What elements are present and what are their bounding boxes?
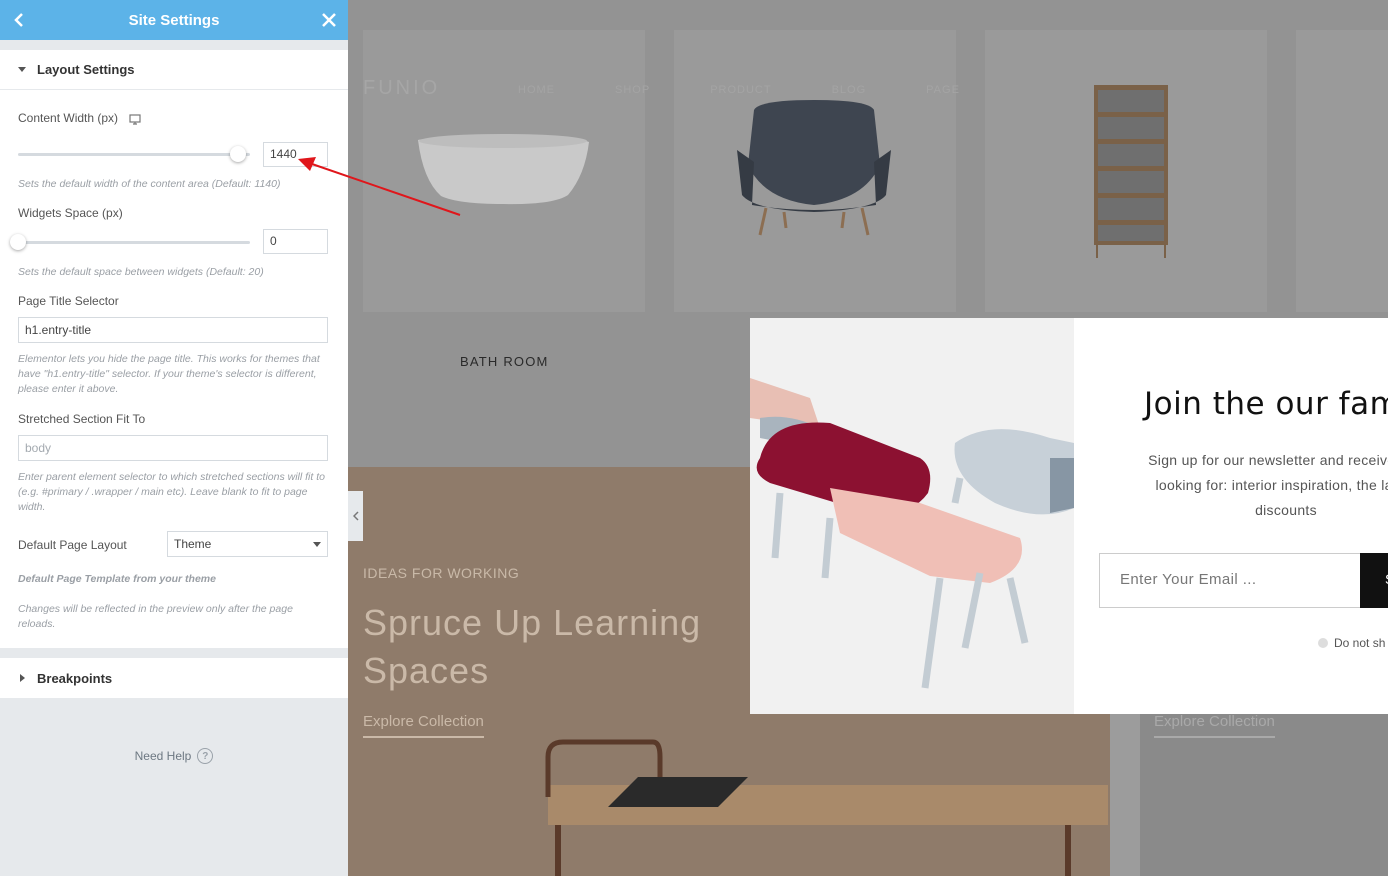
settings-sidebar: Site Settings Layout Settings Content Wi…: [0, 0, 348, 876]
stretched-section-label: Stretched Section Fit To: [18, 412, 146, 426]
content-width-slider-handle[interactable]: [230, 146, 246, 162]
popup-text-line-3: discounts: [1255, 502, 1317, 518]
product-card[interactable]: [363, 30, 645, 312]
default-page-layout-label: Default Page Layout: [18, 538, 127, 552]
popup-description: Sign up for our newsletter and receive u…: [1098, 448, 1388, 523]
nav-item-page[interactable]: PAGE: [926, 84, 960, 96]
site-logo[interactable]: FUNIO: [363, 77, 440, 100]
hero-heading-line-1: Spruce Up Learning: [363, 602, 702, 643]
hero-eyebrow: IDEAS FOR WORKING: [363, 565, 520, 581]
default-page-template-note: Default Page Template from your theme: [18, 573, 216, 585]
desktop-icon[interactable]: [129, 112, 141, 130]
product-card[interactable]: [985, 30, 1267, 312]
breakpoints-toggle[interactable]: Breakpoints: [0, 658, 348, 698]
nav-item-home[interactable]: HOME: [518, 84, 555, 96]
popup-checkbox-label: Do not sh: [1334, 636, 1386, 650]
default-page-layout-select[interactable]: Theme: [167, 531, 328, 557]
page-title-selector-label: Page Title Selector: [18, 294, 119, 308]
hero-heading: Spruce Up Learning Spaces: [363, 599, 701, 695]
hero-explore-link[interactable]: Explore Collection: [363, 713, 484, 738]
page-title-selector-description: Elementor lets you hide the page title. …: [18, 353, 320, 395]
modular-bench-image: [750, 318, 1074, 714]
content-width-label: Content Width (px): [18, 111, 119, 125]
popup-email-input[interactable]: Enter Your Email ...: [1099, 553, 1361, 608]
chevron-left-small-icon: [352, 511, 359, 521]
stretched-section-description: Enter parent element selector to which s…: [18, 471, 325, 513]
breakpoints-section: Breakpoints: [0, 658, 348, 698]
widgets-space-label: Widgets Space (px): [18, 206, 123, 220]
armchair-image: [737, 100, 891, 236]
hero-right-explore-link[interactable]: Explore Collection: [1154, 713, 1275, 738]
question-icon: ?: [197, 748, 214, 764]
hero-heading-line-2: Spaces: [363, 650, 490, 691]
default-page-layout-value: Theme: [174, 537, 212, 551]
radio-dot-icon: [1318, 638, 1328, 648]
widgets-space-slider-handle[interactable]: [10, 234, 26, 250]
product-card[interactable]: [674, 30, 956, 312]
widgets-space-description: Sets the default space between widgets (…: [18, 266, 264, 278]
need-help-link[interactable]: Need Help ?: [0, 748, 348, 764]
chevron-left-icon[interactable]: [10, 10, 28, 30]
sidebar-title: Site Settings: [128, 11, 220, 29]
product-card[interactable]: [1296, 30, 1388, 312]
popup-text-line-2: looking for: interior inspiration, the l…: [1155, 477, 1388, 493]
content-width-input[interactable]: 1440: [263, 142, 328, 167]
page-preview: FUNIO HOME SHOP PRODUCT BLOG PAGE BATH R…: [348, 0, 1388, 876]
collapse-panel-toggle[interactable]: [348, 491, 363, 541]
popup-title: Join the our fam: [1144, 386, 1388, 422]
popup-image: [750, 318, 1074, 714]
bathtub-image: [418, 134, 589, 205]
widgets-space-slider[interactable]: [10, 234, 250, 250]
page-title-selector-input[interactable]: h1.entry-title: [18, 317, 328, 343]
widgets-space-input[interactable]: 0: [263, 229, 328, 254]
popup-do-not-show-checkbox[interactable]: Do not sh: [1318, 636, 1385, 650]
nav-item-shop[interactable]: SHOP: [615, 84, 650, 96]
stretched-section-input[interactable]: body: [18, 435, 328, 461]
bookshelf-image: [1094, 85, 1168, 258]
content-width-description: Sets the default width of the content ar…: [18, 178, 281, 190]
need-help-label: Need Help: [134, 749, 192, 763]
layout-settings-section: Layout Settings Content Width (px) 1440 …: [0, 50, 348, 648]
close-icon[interactable]: [320, 10, 338, 30]
caret-right-icon: [20, 674, 25, 682]
popup-content: Join the our fam Sign up for our newslet…: [1074, 318, 1388, 714]
preview-reload-note: Changes will be reflected in the preview…: [18, 603, 293, 630]
chevron-down-icon: [313, 542, 321, 547]
newsletter-popup: Join the our fam Sign up for our newslet…: [750, 318, 1388, 714]
site-nav: HOME SHOP PRODUCT BLOG PAGE: [518, 84, 960, 96]
card-label-bath-room[interactable]: BATH ROOM: [460, 354, 549, 369]
popup-subscribe-button[interactable]: S: [1360, 553, 1388, 608]
sidebar-header: Site Settings: [0, 0, 348, 40]
content-width-slider[interactable]: [18, 146, 250, 162]
breakpoints-title: Breakpoints: [37, 670, 113, 686]
nav-item-blog[interactable]: BLOG: [832, 84, 867, 96]
nav-item-product[interactable]: PRODUCT: [710, 84, 771, 96]
popup-text-line-1: Sign up for our newsletter and receive u…: [1148, 452, 1388, 468]
